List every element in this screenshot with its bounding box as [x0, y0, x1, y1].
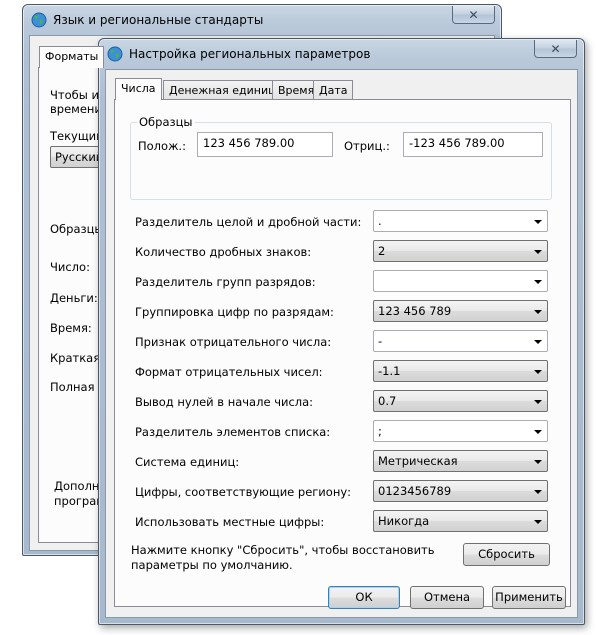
decimal-symbol-select[interactable]: .	[373, 210, 548, 232]
measurement-system-select[interactable]: Метрическая	[373, 450, 548, 472]
window-title: Язык и региональные стандарты	[53, 13, 264, 27]
title-bar[interactable]: Настройка региональных параметров ✕	[99, 39, 584, 69]
decimal-digits-label: Количество дробных знаков:	[135, 245, 312, 259]
positive-sample-label: Полож.:	[138, 139, 186, 153]
button-label: Применить	[495, 590, 563, 604]
list-separator-select[interactable]: ;	[373, 420, 548, 442]
native-digits-label: Использовать местные цифры:	[135, 515, 325, 529]
combo-value: .	[378, 214, 382, 228]
chevron-down-icon	[534, 460, 542, 464]
chevron-down-icon	[534, 310, 542, 314]
time-sample-label: Время:	[50, 321, 92, 335]
chevron-down-icon	[534, 280, 542, 284]
negative-format-select[interactable]: -1.1	[373, 360, 548, 382]
samples-label: Образцы	[50, 222, 104, 236]
digit-grouping-symbol-select[interactable]	[373, 270, 548, 292]
close-icon: ✕	[550, 41, 561, 56]
chevron-down-icon	[534, 250, 542, 254]
combo-value: Русский	[55, 150, 104, 164]
positive-sample-field: 123 456 789.00	[197, 132, 333, 157]
combo-value: ;	[378, 424, 382, 438]
globe-icon	[31, 12, 47, 28]
title-bar[interactable]: Язык и региональные стандарты ✕	[23, 5, 501, 35]
tab-label: Время	[278, 84, 315, 97]
decimal-symbol-label: Разделитель целой и дробной части:	[135, 215, 362, 229]
button-label: Сбросить	[478, 547, 535, 561]
samples-group-title: Образцы	[137, 115, 195, 129]
chevron-down-icon	[534, 490, 542, 494]
customize-regional-options-window: Настройка региональных параметров ✕ Числ…	[98, 38, 585, 625]
digit-grouping-label: Группировка цифр по разрядам:	[135, 305, 334, 319]
native-digits-select[interactable]: Никогда	[373, 510, 548, 532]
reset-hint-text: параметры по умолчанию.	[131, 558, 293, 572]
digit-grouping-symbol-label: Разделитель групп разрядов:	[135, 275, 316, 289]
leading-zeros-select[interactable]: 0.7	[373, 390, 548, 412]
tab-label: Числа	[121, 82, 156, 95]
button-label: ОК	[355, 590, 373, 604]
tab-label: Дата	[319, 84, 348, 97]
negative-sign-label: Признак отрицательного числа:	[135, 335, 332, 349]
negative-format-label: Формат отрицательных чисел:	[135, 365, 323, 379]
close-icon: ✕	[468, 7, 479, 22]
chevron-down-icon	[534, 430, 542, 434]
negative-sample-label: Отриц.:	[344, 139, 390, 153]
tab-label: Форматы	[45, 50, 99, 63]
tab-currency[interactable]: Денежная единица	[163, 80, 289, 100]
close-button[interactable]: ✕	[452, 6, 495, 24]
window-client-area: Числа Денежная единица Время Дата Образц…	[105, 69, 578, 618]
standard-digits-select[interactable]: 0123456789	[373, 480, 548, 502]
combo-value: 0.7	[378, 394, 397, 408]
current-format-label: Текущий	[50, 129, 104, 143]
reset-hint-text: Нажмите кнопку "Сбросить", чтобы восстан…	[131, 543, 435, 557]
globe-icon	[107, 46, 123, 62]
list-separator-label: Разделитель элементов списка:	[135, 425, 331, 439]
button-label: Отмена	[423, 590, 471, 604]
field-value: -123 456 789.00	[409, 136, 505, 150]
negative-sign-select[interactable]: -	[373, 330, 548, 352]
money-sample-label: Деньги:	[50, 291, 98, 305]
combo-value: -1.1	[378, 364, 401, 378]
negative-sample-field: -123 456 789.00	[403, 132, 543, 157]
tab-numbers[interactable]: Числа	[115, 78, 162, 100]
field-value: 123 456 789.00	[203, 136, 295, 150]
chevron-down-icon	[534, 220, 542, 224]
chevron-down-icon	[534, 520, 542, 524]
tab-label: Денежная единица	[169, 84, 283, 97]
combo-value: 0123456789	[378, 484, 452, 498]
tab-formats[interactable]: Форматы	[39, 46, 105, 68]
combo-value: Никогда	[378, 514, 430, 528]
combo-value: 123 456 789	[378, 304, 452, 318]
combo-value: -	[378, 334, 383, 348]
combo-value: 2	[378, 244, 386, 258]
decimal-digits-select[interactable]: 2	[373, 240, 548, 262]
window-title: Настройка региональных параметров	[129, 47, 371, 61]
measurement-system-label: Система единиц:	[135, 455, 240, 469]
reset-button[interactable]: Сбросить	[463, 543, 550, 566]
standard-digits-label: Цифры, соответствующие региону:	[135, 485, 352, 499]
cancel-button[interactable]: Отмена	[410, 586, 484, 609]
combo-value: Метрическая	[378, 454, 458, 468]
leading-zeros-label: Вывод нулей в начале числа:	[135, 395, 314, 409]
ok-button[interactable]: ОК	[328, 586, 400, 609]
digit-grouping-select[interactable]: 123 456 789	[373, 300, 548, 322]
apply-button[interactable]: Применить	[492, 586, 566, 609]
chevron-down-icon	[534, 370, 542, 374]
tab-date[interactable]: Дата	[313, 80, 354, 100]
close-button[interactable]: ✕	[534, 40, 577, 58]
number-sample-label: Число:	[50, 260, 90, 274]
chevron-down-icon	[534, 340, 542, 344]
description-text: Чтобы из	[50, 88, 106, 102]
chevron-down-icon	[534, 400, 542, 404]
